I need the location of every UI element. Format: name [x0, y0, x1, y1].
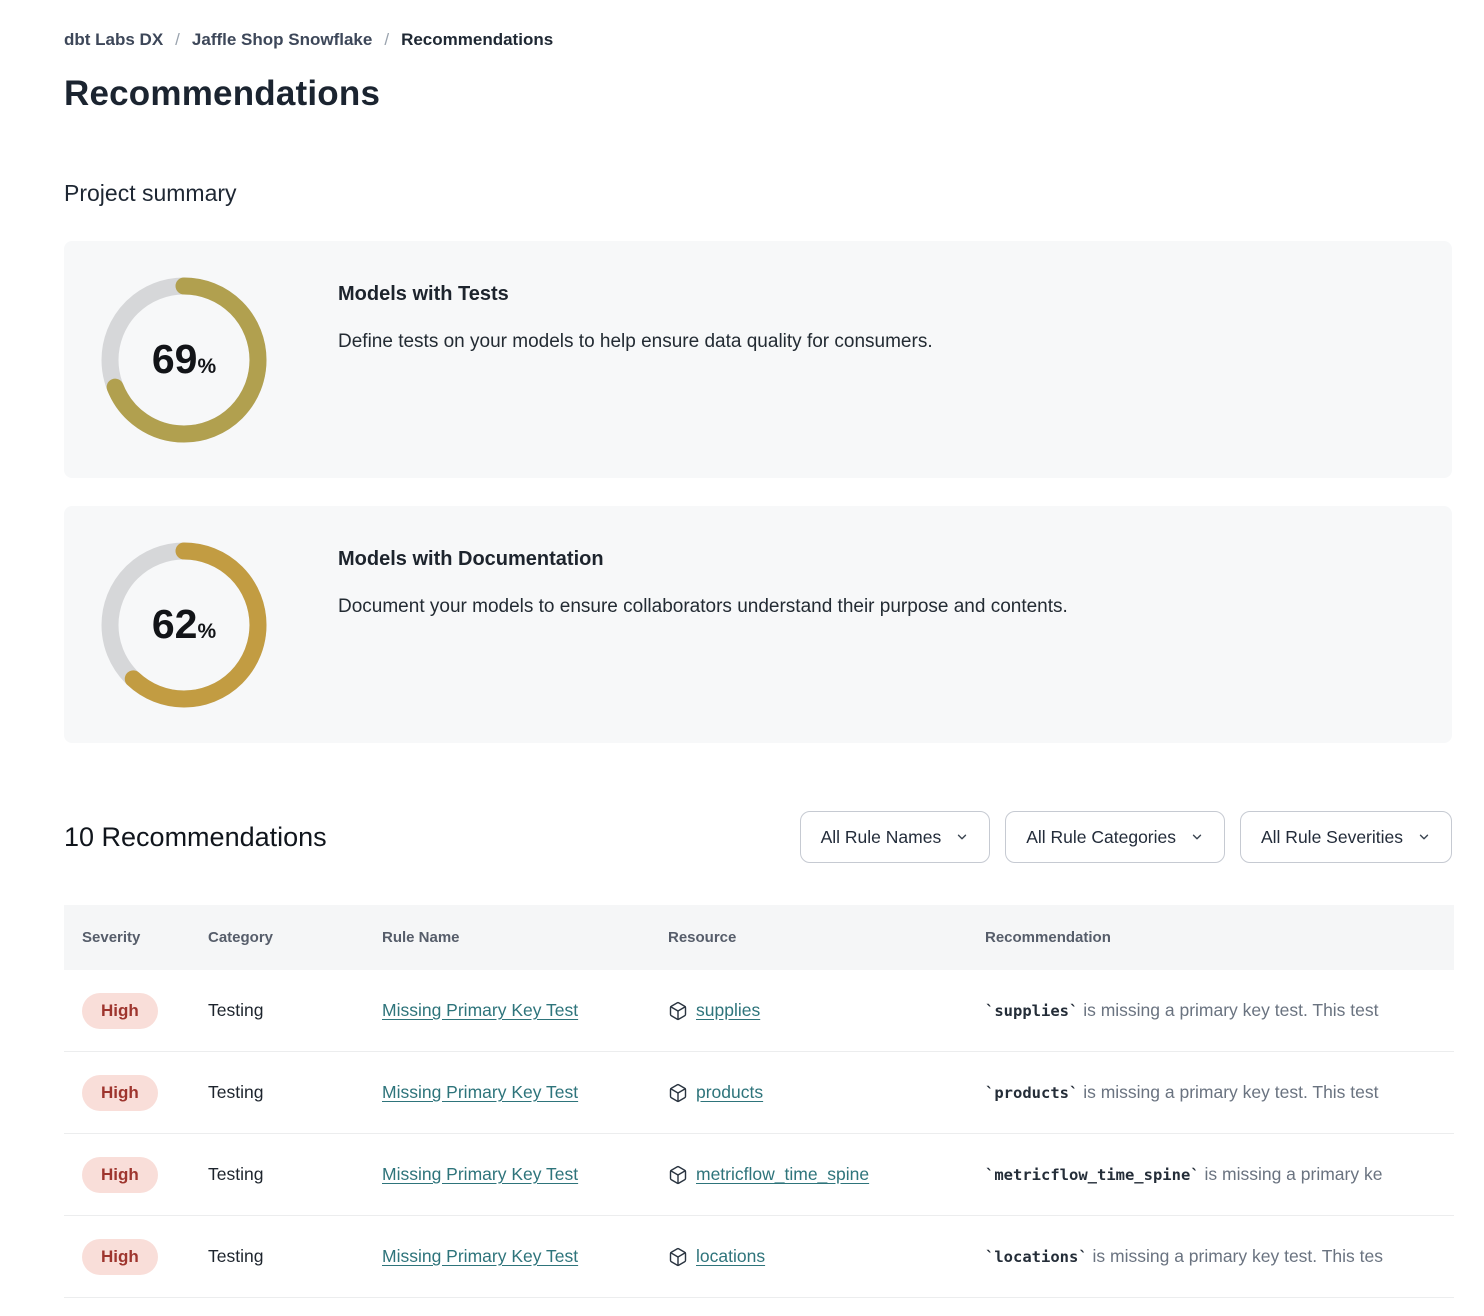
severity-badge: High: [82, 1075, 158, 1111]
chevron-down-icon: [1417, 830, 1431, 844]
category-cell: Testing: [208, 1246, 382, 1267]
recommendation-text: is missing a primary key test. This tes: [1088, 1246, 1383, 1266]
recommendation-code: `metricflow_time_spine`: [985, 1166, 1200, 1184]
summary-card-models-with-tests: 69% Models with Tests Define tests on yo…: [64, 241, 1452, 478]
resource-link[interactable]: products: [696, 1082, 763, 1103]
table-header-row: Severity Category Rule Name Resource Rec…: [64, 905, 1454, 970]
percent-value: 69: [152, 336, 198, 383]
percent-sign: %: [197, 355, 216, 379]
model-cube-icon: [668, 1083, 688, 1103]
recommendations-table: Severity Category Rule Name Resource Rec…: [64, 905, 1454, 1298]
summary-cards: 69% Models with Tests Define tests on yo…: [64, 241, 1452, 743]
rule-name-link[interactable]: Missing Primary Key Test: [382, 1000, 578, 1020]
chevron-down-icon: [1190, 830, 1204, 844]
recommendation-cell: `metricflow_time_spine` is missing a pri…: [985, 1164, 1454, 1185]
breadcrumb-item-project[interactable]: Jaffle Shop Snowflake: [192, 30, 372, 50]
filter-label: All Rule Names: [821, 827, 942, 848]
rule-name-cell: Missing Primary Key Test: [382, 1246, 668, 1267]
model-cube-icon: [668, 1165, 688, 1185]
table-row: High Testing Missing Primary Key Test pr…: [64, 1052, 1454, 1134]
table-row: High Testing Missing Primary Key Test su…: [64, 970, 1454, 1052]
summary-card-models-with-documentation: 62% Models with Documentation Document y…: [64, 506, 1452, 743]
card-description: Document your models to ensure collabora…: [338, 596, 1068, 618]
filter-rule-names-dropdown[interactable]: All Rule Names: [800, 811, 991, 863]
recommendation-code: `supplies`: [985, 1002, 1078, 1020]
resource-cell: supplies: [668, 1000, 985, 1021]
recommendation-code: `products`: [985, 1084, 1078, 1102]
recommendation-text: is missing a primary ke: [1200, 1164, 1383, 1184]
chevron-down-icon: [955, 830, 969, 844]
column-header-category: Category: [208, 929, 382, 946]
category-cell: Testing: [208, 1000, 382, 1021]
breadcrumb: dbt Labs DX / Jaffle Shop Snowflake / Re…: [64, 30, 1452, 50]
severity-cell: High: [82, 993, 208, 1029]
rule-name-link[interactable]: Missing Primary Key Test: [382, 1082, 578, 1102]
recommendations-count-heading: 10 Recommendations: [64, 822, 327, 853]
breadcrumb-item-current: Recommendations: [401, 30, 553, 50]
severity-badge: High: [82, 993, 158, 1029]
rule-name-cell: Missing Primary Key Test: [382, 1164, 668, 1185]
category-cell: Testing: [208, 1082, 382, 1103]
recommendation-cell: `locations` is missing a primary key tes…: [985, 1246, 1454, 1267]
category-cell: Testing: [208, 1164, 382, 1185]
severity-badge: High: [82, 1239, 158, 1275]
severity-cell: High: [82, 1157, 208, 1193]
severity-cell: High: [82, 1075, 208, 1111]
rule-name-cell: Missing Primary Key Test: [382, 1082, 668, 1103]
breadcrumb-separator: /: [175, 30, 180, 50]
card-text: Models with Tests Define tests on your m…: [338, 283, 963, 353]
resource-cell: metricflow_time_spine: [668, 1164, 985, 1185]
recommendation-cell: `supplies` is missing a primary key test…: [985, 1000, 1454, 1021]
model-cube-icon: [668, 1001, 688, 1021]
column-header-recommendation: Recommendation: [985, 929, 1454, 946]
recommendation-text: is missing a primary key test. This test: [1078, 1000, 1378, 1020]
donut-percent-label: 62%: [100, 541, 268, 709]
filters: All Rule Names All Rule Categories All R…: [800, 811, 1452, 863]
breadcrumb-item-account[interactable]: dbt Labs DX: [64, 30, 163, 50]
filter-label: All Rule Severities: [1261, 827, 1403, 848]
filter-label: All Rule Categories: [1026, 827, 1176, 848]
percent-sign: %: [197, 620, 216, 644]
table-row: High Testing Missing Primary Key Test lo…: [64, 1216, 1454, 1298]
rule-name-cell: Missing Primary Key Test: [382, 1000, 668, 1021]
table-body: High Testing Missing Primary Key Test su…: [64, 970, 1454, 1298]
filter-rule-severities-dropdown[interactable]: All Rule Severities: [1240, 811, 1452, 863]
resource-cell: products: [668, 1082, 985, 1103]
column-header-resource: Resource: [668, 929, 985, 946]
donut-percent-label: 69%: [100, 276, 268, 444]
recommendations-page: dbt Labs DX / Jaffle Shop Snowflake / Re…: [0, 0, 1484, 1298]
resource-link[interactable]: locations: [696, 1246, 765, 1267]
breadcrumb-separator: /: [384, 30, 389, 50]
severity-cell: High: [82, 1239, 208, 1275]
card-text: Models with Documentation Document your …: [338, 548, 1098, 618]
filter-rule-categories-dropdown[interactable]: All Rule Categories: [1005, 811, 1225, 863]
column-header-severity: Severity: [82, 929, 208, 946]
recommendation-code: `locations`: [985, 1248, 1088, 1266]
page-title: Recommendations: [64, 74, 1452, 114]
documentation-progress-donut: 62%: [100, 541, 268, 709]
project-summary-heading: Project summary: [64, 180, 1452, 207]
resource-cell: locations: [668, 1246, 985, 1267]
recommendations-header: 10 Recommendations All Rule Names All Ru…: [64, 811, 1452, 863]
model-cube-icon: [668, 1247, 688, 1267]
recommendation-cell: `products` is missing a primary key test…: [985, 1082, 1454, 1103]
card-title: Models with Documentation: [338, 548, 1068, 571]
card-title: Models with Tests: [338, 283, 933, 306]
severity-badge: High: [82, 1157, 158, 1193]
table-row: High Testing Missing Primary Key Test me…: [64, 1134, 1454, 1216]
resource-link[interactable]: supplies: [696, 1000, 760, 1021]
tests-progress-donut: 69%: [100, 276, 268, 444]
percent-value: 62: [152, 601, 198, 648]
rule-name-link[interactable]: Missing Primary Key Test: [382, 1164, 578, 1184]
card-description: Define tests on your models to help ensu…: [338, 331, 933, 353]
column-header-rule-name: Rule Name: [382, 929, 668, 946]
resource-link[interactable]: metricflow_time_spine: [696, 1164, 869, 1185]
rule-name-link[interactable]: Missing Primary Key Test: [382, 1246, 578, 1266]
recommendation-text: is missing a primary key test. This test: [1078, 1082, 1378, 1102]
